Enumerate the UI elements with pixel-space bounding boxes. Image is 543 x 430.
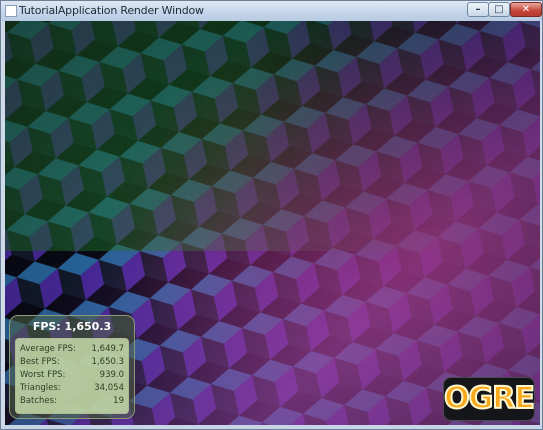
stats-panel: FPS: 1,650.3 Average FPS: 1,649.7 Best F… bbox=[9, 315, 135, 419]
ogre-logo-text: OGRE bbox=[443, 380, 536, 417]
close-button[interactable]: ✕ bbox=[510, 2, 542, 17]
stat-label: Triangles: bbox=[20, 383, 61, 393]
stat-value: 1,649.7 bbox=[91, 344, 124, 354]
stat-value: 34,054 bbox=[94, 383, 124, 393]
stat-label: Batches: bbox=[20, 396, 57, 406]
app-icon bbox=[5, 5, 17, 17]
render-window: TutorialApplication Render Window – □ ✕ bbox=[0, 0, 543, 430]
stat-value: 1,650.3 bbox=[91, 357, 124, 367]
maximize-icon: □ bbox=[494, 4, 504, 15]
close-icon: ✕ bbox=[521, 4, 531, 15]
window-title: TutorialApplication Render Window bbox=[19, 4, 204, 17]
fps-label: FPS: 1,650.3 bbox=[32, 320, 112, 333]
stat-label: Best FPS: bbox=[20, 357, 60, 367]
stat-row-triangles: Triangles: 34,054 bbox=[20, 383, 124, 395]
stat-row-worst-fps: Worst FPS: 939.0 bbox=[20, 370, 124, 382]
stats-details: Average FPS: 1,649.7 Best FPS: 1,650.3 W… bbox=[15, 338, 129, 414]
window-frame-bottom bbox=[1, 425, 542, 429]
title-bar[interactable]: TutorialApplication Render Window – □ ✕ bbox=[1, 1, 542, 21]
render-viewport[interactable]: FPS: 1,650.3 Average FPS: 1,649.7 Best F… bbox=[5, 21, 540, 425]
minimize-icon: – bbox=[475, 4, 481, 15]
minimize-button[interactable]: – bbox=[467, 2, 489, 17]
ogre-logo: OGRE bbox=[443, 377, 536, 421]
stat-label: Average FPS: bbox=[20, 344, 76, 354]
stat-label: Worst FPS: bbox=[20, 370, 66, 380]
stat-value: 939.0 bbox=[99, 370, 124, 380]
stat-row-batches: Batches: 19 bbox=[20, 396, 124, 408]
stat-row-best-fps: Best FPS: 1,650.3 bbox=[20, 357, 124, 369]
stat-row-average-fps: Average FPS: 1,649.7 bbox=[20, 344, 124, 356]
maximize-button[interactable]: □ bbox=[488, 2, 510, 17]
stat-value: 19 bbox=[113, 396, 124, 406]
